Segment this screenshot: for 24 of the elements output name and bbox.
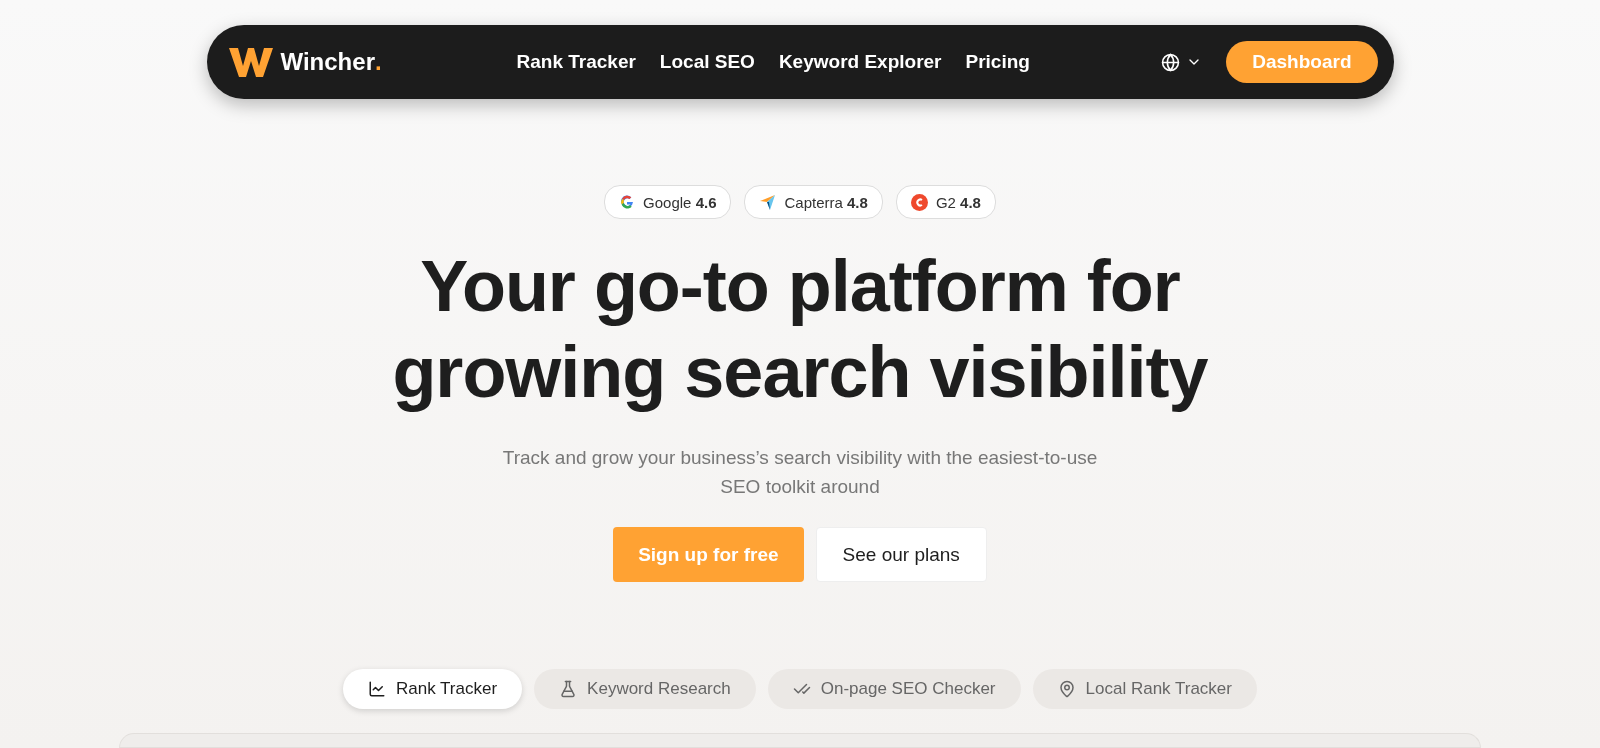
- rating-text: Capterra 4.8: [784, 193, 868, 211]
- flask-icon: [559, 680, 578, 698]
- line-chart-icon: [368, 680, 386, 698]
- product-tab[interactable]: Local Rank Tracker: [1032, 669, 1257, 709]
- nav-link[interactable]: Local SEO: [659, 51, 755, 73]
- rating-text: G2 4.8: [935, 193, 981, 211]
- map-pin-icon: [1057, 680, 1076, 698]
- rating-text: Google 4.6: [643, 193, 717, 211]
- product-tab[interactable]: Keyword Research: [534, 669, 756, 709]
- product-tab[interactable]: On-page SEO Checker: [767, 669, 1021, 709]
- nav-link[interactable]: Pricing: [965, 51, 1030, 73]
- nav-link[interactable]: Keyword Explorer: [778, 51, 942, 73]
- capterra-logo-icon: [759, 193, 777, 211]
- g2-logo-icon: [910, 193, 928, 211]
- product-tab[interactable]: Rank Tracker: [343, 669, 523, 709]
- hero-title: Your go-to platform for growing search visibility: [392, 245, 1208, 414]
- brand-name: Wincher: [280, 48, 375, 76]
- hero-subtitle: Track and grow your business’s search visibility with the easiest-to-use SEO toolkit around: [502, 446, 1098, 499]
- nav-link[interactable]: Rank Tracker: [516, 51, 636, 73]
- logo-icon: [226, 45, 273, 79]
- plans-button[interactable]: See our plans: [815, 527, 987, 582]
- globe-icon: [1161, 52, 1181, 72]
- brand-dot: .: [374, 48, 382, 76]
- google-logo-icon: [619, 194, 636, 210]
